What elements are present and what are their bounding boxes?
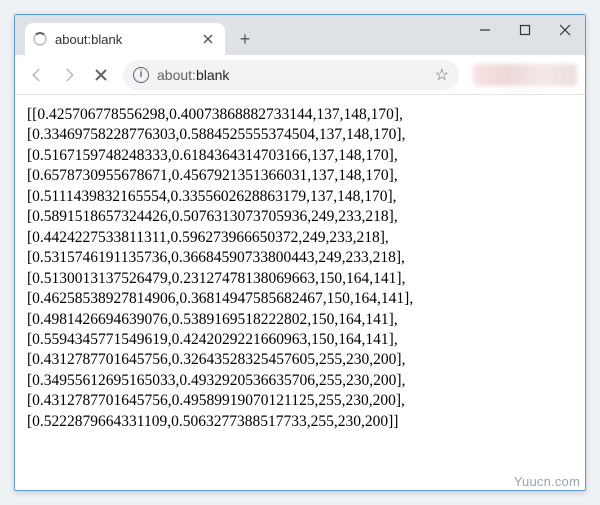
blurred-extension-icons [473,64,577,86]
page-content: [[0.425706778556298,0.40073868882733144,… [15,95,585,490]
url-path: blank [196,67,229,83]
stop-reload-button[interactable] [87,61,115,89]
browser-window: about:blank + i [14,14,586,491]
loading-spinner-icon [33,32,47,46]
url-scheme: about: [157,67,196,83]
close-window-button[interactable] [545,15,585,45]
extensions-area [467,61,577,89]
tab-about-blank[interactable]: about:blank [25,23,225,55]
minimize-button[interactable] [465,15,505,45]
window-controls [465,15,585,45]
tab-title: about:blank [55,32,122,47]
tab-close-button[interactable] [199,31,217,47]
maximize-button[interactable] [505,15,545,45]
forward-button[interactable] [55,61,83,89]
new-tab-button[interactable]: + [231,25,259,53]
watermark-text: Yuucn.com [514,474,580,489]
bookmark-star-icon[interactable]: ☆ [435,65,449,85]
titlebar: about:blank + [15,15,585,55]
back-button[interactable] [23,61,51,89]
site-info-icon[interactable]: i [133,67,149,83]
address-bar: i about:blank ☆ [15,55,585,95]
omnibox[interactable]: i about:blank ☆ [123,60,459,90]
